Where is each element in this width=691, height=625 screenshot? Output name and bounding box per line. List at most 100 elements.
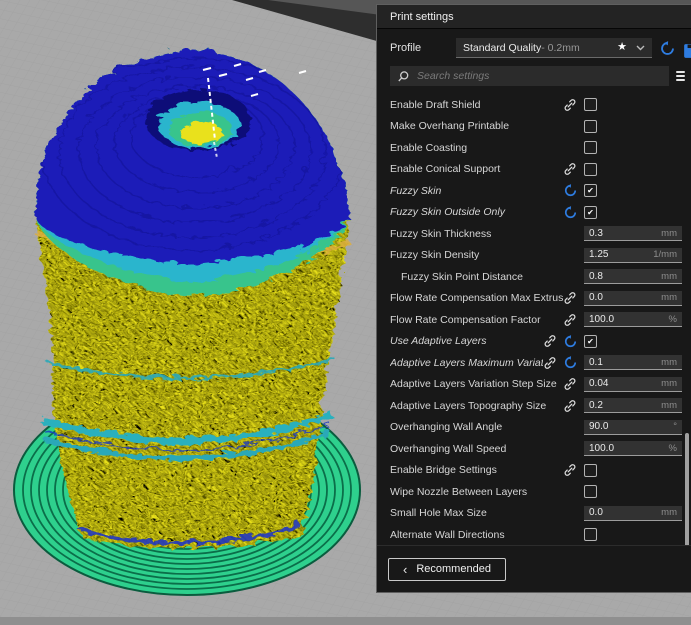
profile-label: Profile [390,42,422,54]
setting-control: ✔ [584,205,682,219]
field-value: 0.04 [589,378,609,390]
setting-icons [564,184,577,197]
checkbox[interactable] [584,528,597,542]
setting-control: 0.0 mm [584,290,682,306]
field-value: 0.3 [589,227,603,239]
setting-control: 100.0% [584,312,682,328]
field-value: 0.0 [589,292,603,304]
undo-icon[interactable] [564,334,577,348]
undo-icon[interactable] [564,205,577,219]
panel-footer: ‹ Recommended [377,545,691,592]
cura-application-window: { "panel": { "title": "Print settings", … [0,0,691,625]
number-field[interactable]: 90.0 ° [584,419,682,435]
profile-undo-icon[interactable] [660,40,675,56]
build-plate-front-edge [0,617,691,625]
settings-list: Enable Draft Shield Make Overhang Printab… [377,94,691,546]
setting-control: 0.1 mm [584,355,682,371]
setting-icons [563,463,577,477]
setting-label: Enable Conical Support [390,163,501,176]
checkbox[interactable]: ✔ [584,205,597,219]
link-icon[interactable] [563,291,577,305]
link-icon[interactable] [563,98,577,112]
setting-row: Adaptive Layers Topography Size 0.2 mm [377,395,691,417]
number-field[interactable]: 0.3 mm [584,226,682,242]
number-field[interactable]: 0.0 mm [584,290,682,306]
setting-control: 0.2 mm [584,398,682,414]
checkbox[interactable] [584,98,597,112]
setting-row: Fuzzy Skin Outside Only ✔ [377,202,691,224]
link-icon[interactable] [563,377,577,391]
setting-icons [563,98,577,112]
setting-row: Alternate Wall Directions [377,524,691,546]
profile-value: Standard Quality [463,41,542,54]
number-field[interactable]: 1.25 1/mm [584,247,682,263]
search-input[interactable]: Search settings [390,66,669,86]
setting-row: Overhanging Wall Angle 90.0 ° [377,417,691,439]
menu-icon[interactable] [676,71,685,81]
link-icon[interactable] [563,399,577,413]
number-field[interactable]: 100.0% [584,312,682,328]
number-field[interactable]: 0.0 mm [584,505,682,521]
checkbox[interactable] [584,463,597,477]
setting-control: 0.04 mm [584,376,682,392]
checkbox[interactable] [584,141,597,155]
scrollbar-thumb[interactable] [685,433,689,559]
profile-value-suffix: - 0.2mm [541,41,580,54]
setting-label: Make Overhang Printable [390,120,510,133]
number-field[interactable]: 0.2 mm [584,398,682,414]
setting-label: Enable Coasting [390,141,468,154]
field-unit: % [668,313,677,325]
setting-icons [543,334,577,348]
setting-icons [563,399,577,413]
checkbox[interactable] [584,485,597,499]
recommended-button-label: Recommended [416,563,491,575]
profile-dropdown[interactable]: Standard Quality - 0.2mm ★ [456,38,652,58]
checkbox[interactable] [584,162,597,176]
setting-row: Enable Conical Support [377,159,691,181]
setting-row: Use Adaptive Layers ✔ [377,331,691,353]
setting-control [584,463,682,477]
save-profile-icon[interactable] [683,43,691,59]
field-unit: % [668,442,677,454]
checkbox[interactable]: ✔ [584,184,597,198]
link-icon[interactable] [563,162,577,176]
setting-label: Wipe Nozzle Between Layers [390,485,528,498]
setting-icons [543,356,577,370]
setting-label: Adaptive Layers Variation Step Size [390,378,557,391]
field-unit: 1/mm [653,249,677,261]
field-unit: mm [661,356,677,368]
field-unit: mm [661,378,677,390]
setting-label: Enable Bridge Settings [390,464,497,477]
star-icon[interactable]: ★ [617,42,627,53]
field-unit: mm [661,399,677,411]
number-field[interactable]: 100.0% [584,441,682,457]
undo-icon[interactable] [564,184,577,197]
link-icon[interactable] [563,313,577,327]
setting-row: Fuzzy Skin ✔ [377,180,691,202]
setting-control [584,162,682,176]
number-field[interactable]: 0.04 mm [584,376,682,392]
setting-label: Small Hole Max Size [390,507,487,520]
setting-row: Small Hole Max Size 0.0 mm [377,503,691,525]
checkbox[interactable]: ✔ [584,334,597,348]
setting-label: Flow Rate Compensation Factor [390,313,541,326]
panel-header: Print settings [377,5,691,29]
link-icon[interactable] [563,463,577,477]
checkbox[interactable] [584,119,597,133]
field-unit: mm [661,270,677,282]
setting-control: 0.3 mm [584,226,682,242]
vase-model[interactable] [31,47,349,547]
setting-icons [563,377,577,391]
field-value: 0.8 [589,270,603,282]
field-value: 1.25 [589,249,609,261]
search-placeholder: Search settings [417,70,490,82]
link-icon[interactable] [543,356,557,370]
undo-icon[interactable] [564,356,577,369]
recommended-mode-button[interactable]: ‹ Recommended [388,557,506,581]
link-icon[interactable] [543,334,557,348]
setting-icons [564,205,577,219]
panel-title: Print settings [390,10,454,23]
number-field[interactable]: 0.1 mm [584,355,682,371]
setting-row: Adaptive Layers Variation Step Size 0.04 m… [377,374,691,396]
number-field[interactable]: 0.8 mm [584,269,682,285]
